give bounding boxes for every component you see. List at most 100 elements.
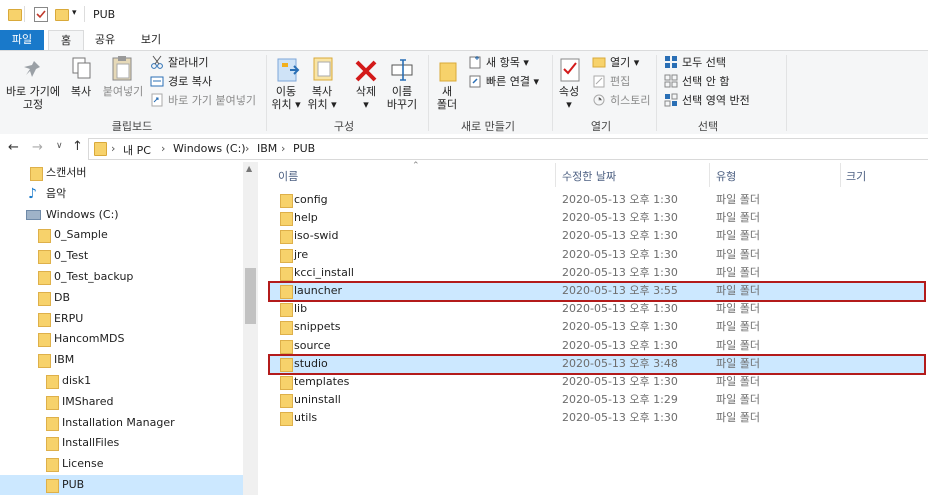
nav-item[interactable]: InstallFiles <box>0 433 243 453</box>
table-row[interactable]: kcci_install 2020-05-13 오후 1:30 파일 폴더 <box>270 264 926 282</box>
new-item-button[interactable]: 새 항목 ▾ <box>468 54 529 70</box>
breadcrumb-windows-c[interactable]: Windows (C:) <box>173 142 246 155</box>
folder-icon <box>38 250 51 265</box>
back-arrow-icon[interactable]: ← <box>8 140 19 155</box>
copy-button[interactable]: 복사 <box>66 85 96 98</box>
divider <box>552 55 553 131</box>
folder-icon <box>38 333 51 348</box>
tab-file[interactable]: 파일 <box>0 30 44 50</box>
nav-scrollbar[interactable]: ▲ <box>243 162 258 495</box>
pin-to-quick-access-button[interactable]: 바로 가기에 고정 <box>2 85 64 111</box>
file-type: 파일 폴더 <box>716 375 760 388</box>
nav-item[interactable]: HancomMDS <box>0 329 243 349</box>
history-button[interactable]: 히스토리 <box>592 92 650 108</box>
nav-item[interactable]: IBM <box>0 350 243 370</box>
tab-view[interactable]: 보기 <box>134 30 168 50</box>
properties-button[interactable]: 속성 ▾ <box>554 85 584 111</box>
divider <box>709 163 710 187</box>
paste-shortcut-button[interactable]: 바로 가기 붙여넣기 <box>150 92 256 108</box>
breadcrumb-this-pc[interactable]: 내 PC <box>123 142 151 158</box>
highlight-box <box>268 281 926 302</box>
nav-item[interactable]: DB <box>0 288 243 308</box>
tab-home[interactable]: 홈 <box>48 30 84 51</box>
recent-locations-chevron-icon[interactable]: ∨ <box>56 141 63 151</box>
nav-item-label: DB <box>54 290 71 304</box>
column-header-name[interactable]: 이름 <box>278 168 298 184</box>
file-date: 2020-05-13 오후 1:30 <box>562 247 678 261</box>
divider <box>266 55 267 131</box>
table-row[interactable]: snippets 2020-05-13 오후 1:30 파일 폴더 <box>270 318 926 336</box>
delete-icon <box>354 59 378 86</box>
table-row[interactable]: source 2020-05-13 오후 1:30 파일 폴더 <box>270 337 926 355</box>
table-row[interactable]: lib 2020-05-13 오후 1:30 파일 폴더 <box>270 300 926 318</box>
select-none-button[interactable]: 선택 안 함 <box>664 73 729 89</box>
nav-item[interactable]: ♪ 음악 <box>0 184 243 204</box>
nav-item-label: Windows (C:) <box>46 207 119 221</box>
nav-item[interactable]: disk1 <box>0 371 243 391</box>
nav-item[interactable]: PUB <box>0 475 243 495</box>
paste-button[interactable]: 붙여넣기 <box>100 85 146 98</box>
nav-item[interactable]: 0_Test <box>0 246 243 266</box>
new-folder-button[interactable]: 새 폴더 <box>432 85 462 111</box>
easy-access-icon <box>468 74 482 88</box>
scroll-up-icon[interactable]: ▲ <box>246 164 252 173</box>
nav-item-label: 0_Test <box>54 249 89 263</box>
nav-item[interactable]: Installation Manager <box>0 413 243 433</box>
nav-item[interactable]: ERPU <box>0 309 243 329</box>
edit-button[interactable]: 편집 <box>592 73 630 89</box>
table-row[interactable]: iso-swid 2020-05-13 오후 1:30 파일 폴더 <box>270 227 926 245</box>
delete-button[interactable]: 삭제 ▾ <box>348 85 384 111</box>
window-title: PUB <box>93 8 116 21</box>
nav-scrollbar-thumb[interactable] <box>245 268 256 324</box>
column-header-date[interactable]: 수정한 날짜 <box>562 168 616 184</box>
open-group-label: 열기 <box>590 120 612 133</box>
copy-to-icon <box>312 56 336 85</box>
breadcrumb-separator[interactable]: › <box>111 142 115 155</box>
file-name: snippets <box>294 320 341 334</box>
up-arrow-icon[interactable]: ↑ <box>72 139 83 154</box>
nav-item[interactable]: License <box>0 454 243 474</box>
nav-item[interactable]: 스캔서버 <box>0 163 243 183</box>
file-type: 파일 폴더 <box>716 338 760 352</box>
copy-path-button[interactable]: 경로 복사 <box>150 73 212 89</box>
rename-button[interactable]: 이름 바꾸기 <box>384 85 420 111</box>
table-row[interactable]: config 2020-05-13 오후 1:30 파일 폴더 <box>270 191 926 209</box>
table-row[interactable]: help 2020-05-13 오후 1:30 파일 폴더 <box>270 209 926 227</box>
copy-to-button[interactable]: 복사 위치 ▾ <box>304 85 340 111</box>
file-name: lib <box>294 302 308 316</box>
table-row[interactable]: uninstall 2020-05-13 오후 1:29 파일 폴더 <box>270 391 926 409</box>
breadcrumb-ibm[interactable]: IBM <box>257 142 277 155</box>
easy-access-button[interactable]: 빠른 연결 ▾ <box>468 73 539 89</box>
table-row[interactable]: utils 2020-05-13 오후 1:30 파일 폴더 <box>270 409 926 427</box>
properties-quick-icon[interactable] <box>34 7 48 22</box>
nav-item[interactable]: IMShared <box>0 392 243 412</box>
column-header-type[interactable]: 유형 <box>716 168 736 184</box>
table-row[interactable]: templates 2020-05-13 오후 1:30 파일 폴더 <box>270 373 926 391</box>
address-bar[interactable]: › 내 PC › Windows (C:) › IBM › PUB <box>88 138 928 160</box>
forward-arrow-icon[interactable]: → <box>32 140 43 155</box>
breadcrumb-pub[interactable]: PUB <box>293 142 315 155</box>
nav-item[interactable]: Windows (C:) <box>0 205 243 225</box>
divider <box>555 163 556 187</box>
nav-item-label: ERPU <box>54 311 84 325</box>
table-row[interactable]: jre 2020-05-13 오후 1:30 파일 폴더 <box>270 246 926 264</box>
nav-item[interactable]: 0_Sample <box>0 225 243 245</box>
folder-icon <box>280 248 293 263</box>
column-header-size[interactable]: 크기 <box>846 168 866 184</box>
select-group-label: 선택 <box>697 120 719 133</box>
move-to-button[interactable]: 이동 위치 ▾ <box>268 85 304 111</box>
tab-share[interactable]: 공유 <box>88 30 122 50</box>
breadcrumb-separator[interactable]: › <box>161 142 165 155</box>
file-type: 파일 폴더 <box>716 302 760 316</box>
file-type: 파일 폴더 <box>716 211 760 225</box>
nav-item[interactable]: 0_Test_backup <box>0 267 243 287</box>
select-all-button[interactable]: 모두 선택 <box>664 54 726 70</box>
new-folder-quick-icon[interactable] <box>55 9 69 21</box>
invert-selection-button[interactable]: 선택 영역 반전 <box>664 92 750 108</box>
folder-icon <box>46 437 59 452</box>
breadcrumb-separator[interactable]: › <box>245 142 249 155</box>
cut-button[interactable]: 잘라내기 <box>150 54 208 70</box>
breadcrumb-separator[interactable]: › <box>281 142 285 155</box>
open-button[interactable]: 열기 ▾ <box>592 54 639 70</box>
customize-quick-access-icon[interactable]: ▾ <box>72 8 77 18</box>
